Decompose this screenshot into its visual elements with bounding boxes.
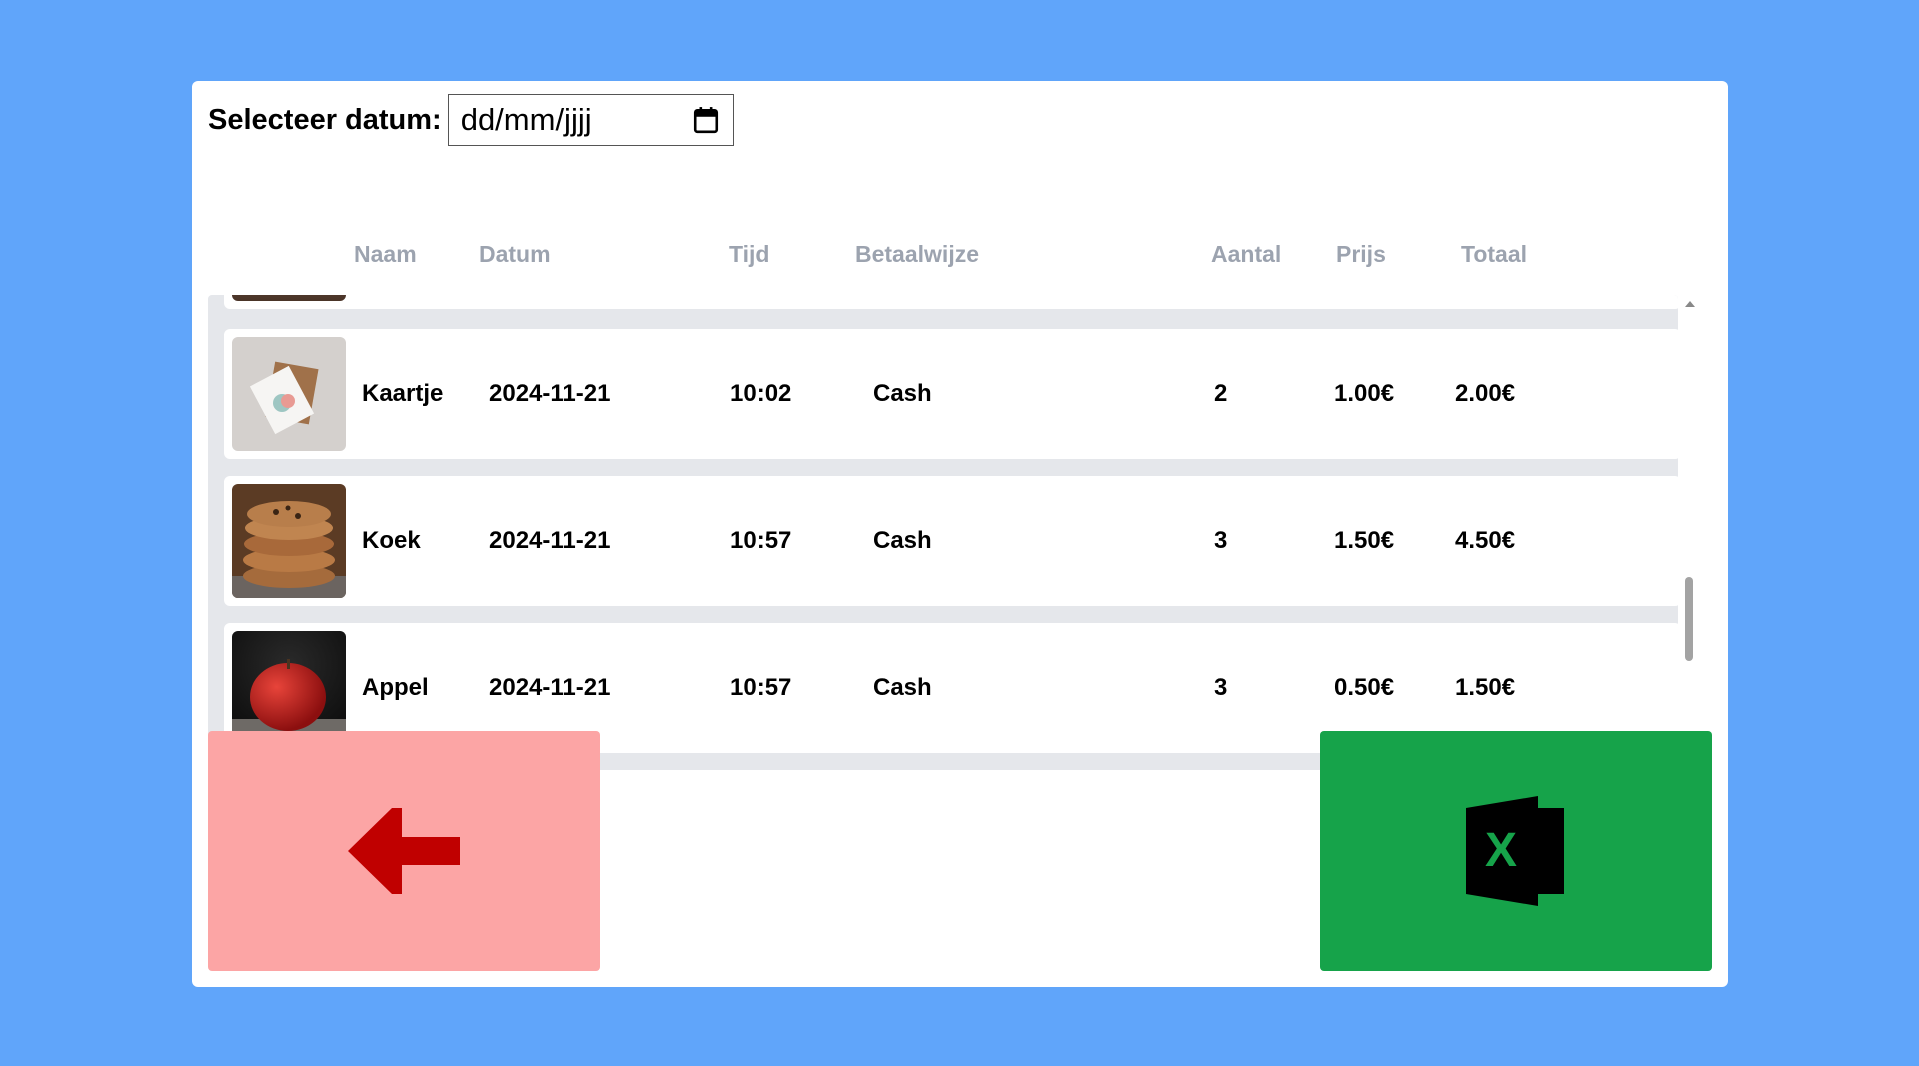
cell-totaal: 2.00€ [1455,380,1516,407]
date-filter: Selecteer datum: dd/mm/jjjj [208,93,734,147]
arrow-left-icon [348,808,460,894]
cell-tijd: 10:02 [730,380,792,407]
list-scrollbar[interactable] [1682,295,1698,795]
product-image-card [232,337,346,451]
sales-list[interactable]: Kaartje 2024-11-21 10:02 Cash 2 1.00€ 2.… [208,295,1678,795]
product-image [232,295,346,301]
column-prijs: Prijs [1336,241,1386,267]
column-betaalwijze: Betaalwijze [855,241,979,267]
product-image-apple [232,631,346,745]
table-row-partial-top [224,295,1678,309]
cell-datum: 2024-11-21 [489,380,611,407]
cell-prijs: 1.00€ [1334,380,1395,407]
cell-betaalwijze: Cash [873,674,932,701]
date-placeholder: dd/mm/jjjj [460,102,592,137]
back-button[interactable] [208,731,600,971]
cell-betaalwijze: Cash [873,380,932,407]
table-row[interactable]: Kaartje 2024-11-21 10:02 Cash 2 1.00€ 2.… [224,329,1678,459]
table-row[interactable]: Koek 2024-11-21 10:57 Cash 3 1.50€ 4.50€ [224,476,1678,606]
column-tijd: Tijd [729,241,770,267]
calendar-icon[interactable] [693,106,719,134]
export-excel-button[interactable]: X [1320,731,1712,971]
scroll-up-arrow-icon[interactable] [1685,301,1695,307]
cell-totaal: 4.50€ [1455,527,1516,554]
cell-aantal: 3 [1214,527,1228,554]
excel-icon: X [1466,796,1564,906]
date-label: Selecteer datum: [208,103,442,136]
cell-naam: Koek [362,527,421,554]
cell-betaalwijze: Cash [873,527,932,554]
date-input[interactable]: dd/mm/jjjj [447,94,734,146]
column-naam: Naam [354,241,417,267]
scroll-thumb[interactable] [1685,577,1693,661]
cell-prijs: 1.50€ [1334,527,1395,554]
cell-naam: Kaartje [362,380,444,407]
svg-text:X: X [1485,824,1517,877]
cell-aantal: 3 [1214,674,1228,701]
table-header: Naam Datum Tijd Betaalwijze Aantal Prijs… [192,241,1728,281]
column-datum: Datum [479,241,551,267]
column-aantal: Aantal [1211,241,1282,267]
cell-tijd: 10:57 [730,527,792,554]
cell-aantal: 2 [1214,380,1228,407]
cell-datum: 2024-11-21 [489,527,611,554]
cell-tijd: 10:57 [730,674,792,701]
sales-panel: Selecteer datum: dd/mm/jjjj Naam Datum T… [192,81,1728,987]
column-totaal: Totaal [1461,241,1528,267]
product-image-cookie [232,484,346,598]
